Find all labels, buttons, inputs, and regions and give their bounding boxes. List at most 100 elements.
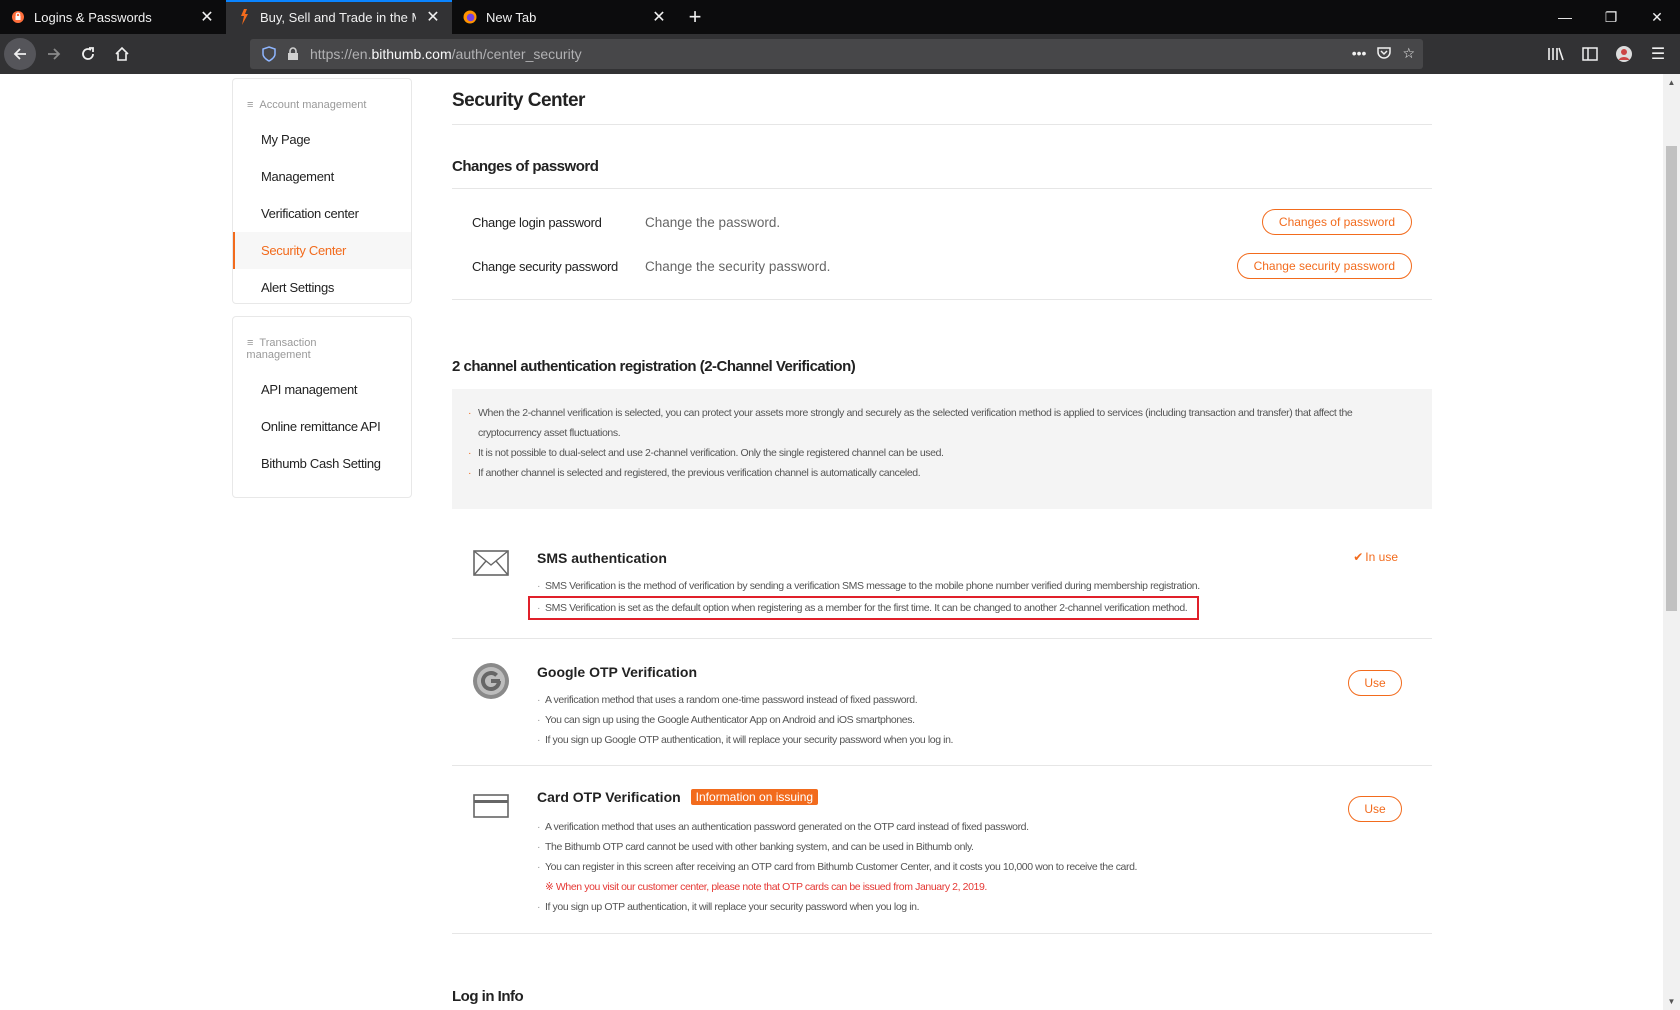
new-tab-button[interactable]: + bbox=[678, 0, 712, 34]
line-text: You can sign up using the Google Authent… bbox=[545, 714, 915, 726]
section-title-password: Changes of password bbox=[452, 158, 599, 175]
sidebar-item-my-page[interactable]: My Page bbox=[233, 121, 411, 158]
line-text: SMS Verification is the method of verifi… bbox=[545, 580, 1200, 592]
tab-new-tab[interactable]: New Tab ✕ bbox=[452, 0, 678, 34]
page-scrollbar[interactable]: ▲ ▼ bbox=[1663, 74, 1680, 1010]
star-icon[interactable]: ☆ bbox=[1402, 45, 1415, 64]
sidebar-item-management[interactable]: Management bbox=[233, 158, 411, 195]
method-title: Card OTP Verification Information on iss… bbox=[537, 789, 819, 805]
pocket-icon[interactable] bbox=[1376, 45, 1392, 64]
list-item: · You can register in this screen after r… bbox=[537, 857, 1137, 877]
tab-logins-passwords[interactable]: Logins & Passwords ✕ bbox=[0, 0, 226, 34]
back-button[interactable] bbox=[4, 38, 36, 70]
line-text: You can register in this screen after re… bbox=[545, 861, 1138, 873]
group-title: Account management bbox=[259, 99, 367, 111]
close-icon[interactable]: ✕ bbox=[198, 8, 216, 26]
transaction-management-menu: ≡ Transaction management API management O… bbox=[232, 316, 412, 498]
highlighted-line: · SMS Verification is set as the default … bbox=[528, 596, 1200, 620]
sidebar-toggle-icon[interactable] bbox=[1576, 40, 1604, 68]
method-title-text: Google OTP Verification bbox=[537, 664, 697, 680]
method-title-text: SMS authentication bbox=[537, 550, 667, 566]
url-text[interactable]: https://en.bithumb.com/auth/center_secur… bbox=[310, 46, 582, 62]
account-avatar-icon[interactable] bbox=[1610, 40, 1638, 68]
list-item: · If you sign up Google OTP authenticatio… bbox=[537, 730, 953, 750]
more-actions-icon[interactable]: ••• bbox=[1352, 45, 1367, 64]
list-item: · SMS Verification is the method of verif… bbox=[537, 576, 1200, 596]
line-text: If you sign up Google OTP authentication… bbox=[545, 734, 954, 746]
row-description: Change the security password. bbox=[645, 258, 831, 274]
menu-icon[interactable]: ☰ bbox=[1644, 40, 1672, 68]
group-title: Transaction management bbox=[246, 337, 316, 361]
notice-box: · When the 2-channel verification is sele… bbox=[452, 389, 1432, 509]
card-otp-use-button[interactable]: Use bbox=[1348, 796, 1402, 822]
scroll-up-icon[interactable]: ▲ bbox=[1663, 74, 1680, 91]
list-item: · If you sign up OTP authentication, it w… bbox=[537, 897, 1137, 917]
notice-line: cryptocurrency asset fluctuations. bbox=[468, 423, 1416, 443]
close-icon[interactable]: ✕ bbox=[424, 8, 442, 26]
url-prefix: https://en. bbox=[310, 46, 372, 62]
page-content: ≡ Account management My Page Management … bbox=[0, 74, 1680, 1010]
information-on-issuing-badge[interactable]: Information on issuing bbox=[690, 789, 819, 805]
window-close-icon[interactable]: ✕ bbox=[1634, 0, 1680, 34]
list-item: · SMS Verification is set as the default … bbox=[528, 596, 1200, 620]
notice-text: When the 2-channel verification is selec… bbox=[478, 407, 1353, 419]
forward-button[interactable] bbox=[38, 38, 70, 70]
restore-icon[interactable]: ❐ bbox=[1588, 0, 1634, 34]
scroll-down-icon[interactable]: ▼ bbox=[1663, 993, 1680, 1010]
group-header: ≡ Account management bbox=[233, 79, 411, 121]
arrow-left-icon bbox=[13, 48, 26, 60]
method-title-text: Card OTP Verification bbox=[537, 789, 681, 805]
close-icon[interactable]: ✕ bbox=[650, 8, 668, 26]
lock-icon bbox=[10, 9, 26, 25]
change-security-password-button[interactable]: Change security password bbox=[1236, 253, 1412, 279]
reload-button[interactable] bbox=[72, 38, 104, 70]
status-text: In use bbox=[1365, 550, 1398, 564]
method-description: · A verification method that uses a rando… bbox=[537, 690, 953, 750]
method-title: SMS authentication bbox=[537, 550, 667, 566]
bullet: · bbox=[537, 694, 541, 706]
divider bbox=[452, 299, 1432, 300]
notice-line: · If another channel is selected and regi… bbox=[468, 463, 1416, 483]
section-title-2channel: 2 channel authentication registration (2… bbox=[452, 358, 856, 375]
google-otp-method: Google OTP Verification Use · A verificat… bbox=[452, 660, 1432, 770]
bullet: · bbox=[468, 467, 472, 479]
reload-icon bbox=[82, 47, 94, 60]
divider bbox=[452, 765, 1432, 766]
envelope-icon bbox=[472, 544, 510, 582]
divider bbox=[452, 124, 1432, 125]
google-otp-use-button[interactable]: Use bbox=[1348, 670, 1402, 696]
arrow-right-icon bbox=[48, 48, 61, 60]
sidebar-item-online-remittance-api[interactable]: Online remittance API bbox=[233, 408, 411, 445]
method-title: Google OTP Verification bbox=[537, 664, 697, 680]
tab-bithumb[interactable]: Buy, Sell and Trade in the Most ✕ bbox=[226, 0, 452, 34]
bithumb-logo-icon bbox=[236, 9, 252, 25]
navigation-bar: https://en.bithumb.com/auth/center_secur… bbox=[0, 34, 1680, 74]
shield-icon[interactable] bbox=[256, 46, 282, 62]
url-bar[interactable]: https://en.bithumb.com/auth/center_secur… bbox=[250, 39, 1423, 69]
sms-authentication-method: SMS authentication ✔ In use · SMS Verific… bbox=[452, 544, 1432, 644]
sidebar-item-bithumb-cash-setting[interactable]: Bithumb Cash Setting bbox=[233, 445, 411, 482]
sidebar-item-api-management[interactable]: API management bbox=[233, 371, 411, 408]
minimize-icon[interactable]: — bbox=[1542, 0, 1588, 34]
line-text: If you sign up OTP authentication, it wi… bbox=[545, 901, 920, 913]
sidebar-item-security-center[interactable]: Security Center bbox=[233, 232, 411, 269]
home-button[interactable] bbox=[106, 38, 138, 70]
list-item: · You can sign up using the Google Authen… bbox=[537, 710, 953, 730]
lock-icon[interactable] bbox=[282, 47, 304, 61]
tab-title: New Tab bbox=[486, 9, 537, 25]
change-login-password-button[interactable]: Changes of password bbox=[1261, 209, 1412, 235]
library-icon[interactable] bbox=[1542, 40, 1570, 68]
method-description: · SMS Verification is the method of verif… bbox=[528, 576, 1200, 620]
notice-line: · It is not possible to dual-select and u… bbox=[468, 443, 1416, 463]
row-label: Change login password bbox=[472, 214, 602, 230]
divider bbox=[452, 188, 1432, 189]
sidebar-item-verification-center[interactable]: Verification center bbox=[233, 195, 411, 232]
sidebar-item-alert-settings[interactable]: Alert Settings bbox=[233, 269, 411, 306]
scrollbar-thumb[interactable] bbox=[1666, 146, 1677, 611]
tab-title: Buy, Sell and Trade in the Most bbox=[260, 9, 416, 25]
checkmark-icon: ✔ bbox=[1353, 550, 1364, 564]
bullet: · bbox=[537, 861, 541, 873]
group-header: ≡ Transaction management bbox=[233, 317, 411, 371]
line-text: SMS Verification is set as the default o… bbox=[545, 602, 1188, 614]
line-text: The Bithumb OTP card cannot be used with… bbox=[545, 841, 974, 853]
